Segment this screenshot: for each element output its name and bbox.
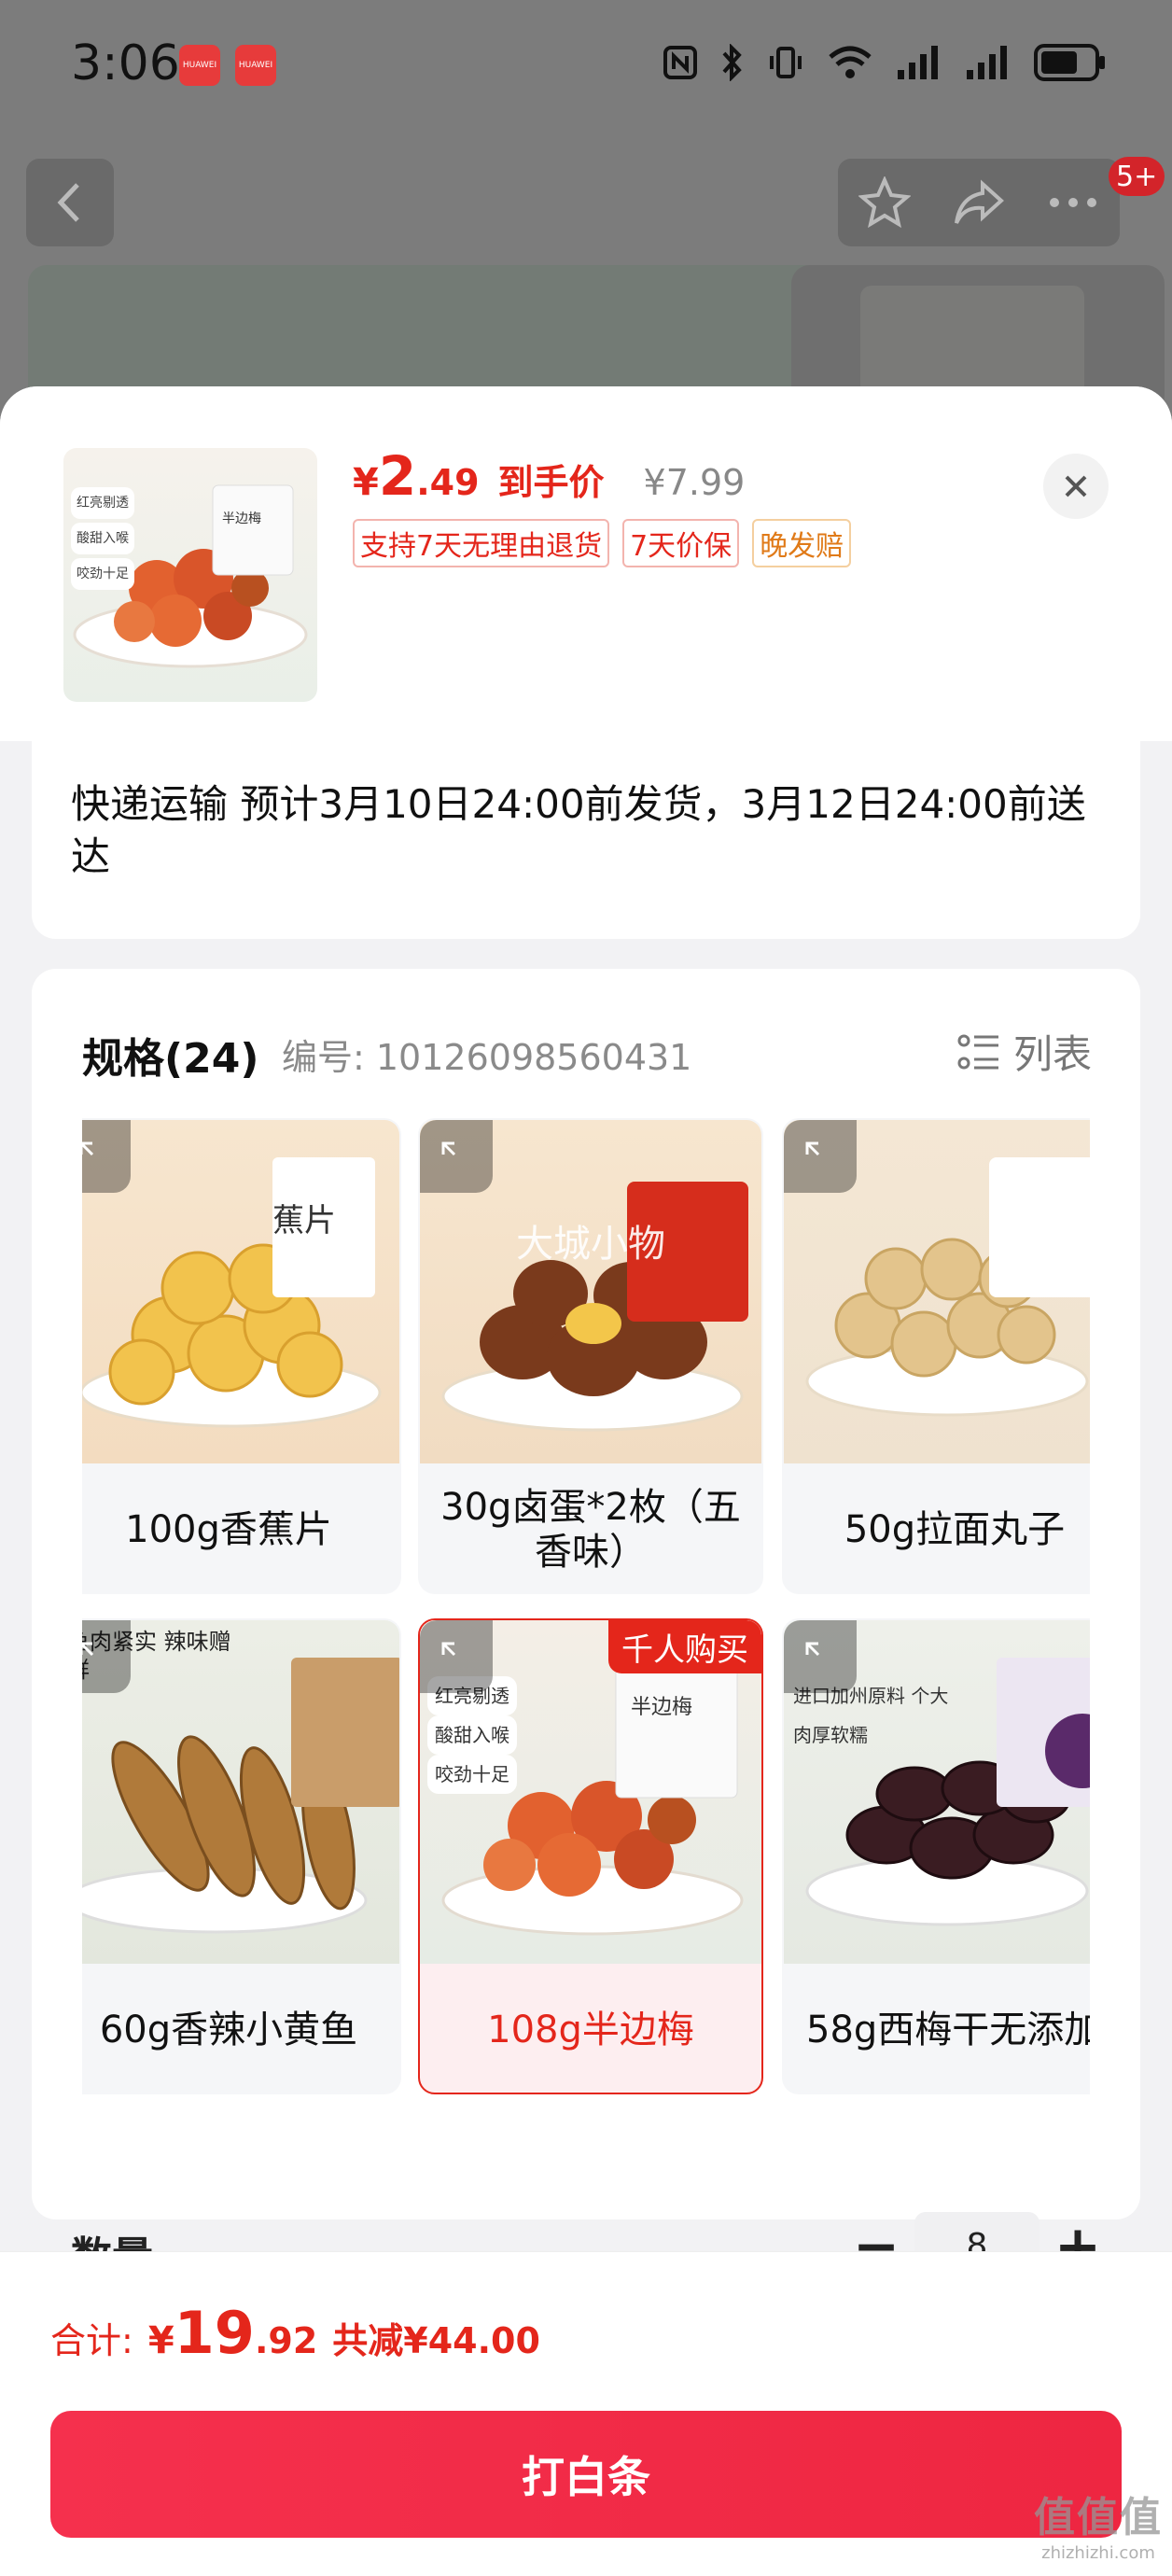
list-label: 列表 <box>1012 1031 1092 1077</box>
sku-number: 编号: 10126098560431 <box>282 1037 692 1078</box>
share-icon[interactable] <box>951 176 1007 229</box>
savings-text: 共减¥44.00 <box>332 2320 540 2361</box>
price-integer: 2 <box>378 444 417 508</box>
thumb-tag: 酸甜入喉 <box>71 523 134 554</box>
popular-badge: 千人购买 <box>608 1620 761 1673</box>
final-price-label: 到手价 <box>497 462 605 503</box>
status-bar: 3:06 HUAWEI HUAWEI <box>0 0 1172 140</box>
shipping-estimate: 快递运输 预计3月10日24:00前发货，3月12日24:00前送达 <box>71 781 1086 879</box>
item-label: 58g西梅干无添加 <box>806 2009 1090 2051</box>
thumb-tags: 红亮剔透 酸甜入喉 咬劲十足 <box>71 487 134 590</box>
item-tag: 咬劲十足 <box>427 1755 517 1794</box>
status-icons <box>663 43 1107 82</box>
vibrate-icon <box>770 47 802 78</box>
spec-item-yellow-croaker[interactable]: 鱼肉紧实 辣味赠鲜 60g香辣小黄鱼 <box>82 1618 401 2094</box>
huawei-app-icon: HUAWEI <box>235 45 276 86</box>
clock: 3:06 <box>71 35 180 91</box>
item-tags: 红亮剔透 酸甜入喉 咬劲十足 <box>427 1676 517 1794</box>
site-watermark: 值值值 zhizhizhi.com <box>1034 2484 1163 2563</box>
original-price: ¥7.99 <box>643 462 746 503</box>
wifi-icon <box>829 46 872 78</box>
item-label: 100g香蕉片 <box>125 1508 332 1551</box>
watermark-logo: 值值值 <box>1034 2494 1163 2541</box>
baitiao-pay-button[interactable]: 打白条 <box>50 2411 1122 2538</box>
item-tag: 酸甜入喉 <box>427 1715 517 1755</box>
thumb-tag: 咬劲十足 <box>71 558 134 590</box>
thumb-tag: 红亮剔透 <box>71 487 134 519</box>
price-row: ¥ 2 .49 到手价 ¥7.99 <box>353 444 745 508</box>
signal-icon <box>898 46 938 79</box>
spec-item-noodle-ball[interactable]: 50g拉面丸子 <box>782 1118 1090 1594</box>
late-ship-tag: 晚发赔 <box>752 519 852 567</box>
expand-icon[interactable] <box>784 1120 857 1193</box>
close-icon <box>1065 475 1087 497</box>
back-button[interactable] <box>26 159 114 246</box>
list-icon <box>957 1034 998 1069</box>
expand-icon[interactable] <box>784 1620 857 1693</box>
notification-badge: 5+ <box>1109 157 1165 196</box>
list-view-toggle[interactable]: 列表 <box>957 1023 1092 1080</box>
spec-item-egg[interactable]: 大城小物 30g卤蛋*2枚（五香味） <box>418 1118 763 1594</box>
item-label: 30g卤蛋*2枚（五香味） <box>440 1486 741 1574</box>
item-label: 50g拉面丸子 <box>844 1508 1066 1551</box>
top-actions <box>838 159 1120 246</box>
star-icon[interactable] <box>858 176 911 229</box>
spec-item-plum-selected[interactable]: 半边梅 红亮剔透 酸甜入喉 咬劲十足 千人购买 108g半边梅 <box>418 1618 763 2094</box>
service-tags: 支持7天无理由退货 7天价保 晚发赔 <box>353 519 852 567</box>
battery-icon <box>1034 44 1105 81</box>
close-button[interactable] <box>1043 454 1109 519</box>
price-protect-tag: 7天价保 <box>622 519 740 567</box>
shipping-card: 快递运输 预计3月10日24:00前发货，3月12日24:00前送达 <box>32 741 1140 939</box>
total-price: 合计: ¥ 19 .92 共减¥44.00 <box>50 2299 540 2367</box>
spec-card: 规格(24) 编号: 10126098560431 列表 蕉片 100g香蕉片 … <box>32 969 1140 2219</box>
item-label: 60g香辣小黄鱼 <box>99 2009 358 2051</box>
spec-grid: 蕉片 100g香蕉片 大城小物 30g卤蛋*2枚（五香味） 50g拉面丸子 肉紧… <box>82 1118 1090 2145</box>
huawei-app-icon: HUAWEI <box>179 45 220 86</box>
spec-item-banana[interactable]: 蕉片 100g香蕉片 <box>82 1118 401 1594</box>
bluetooth-icon <box>722 44 742 81</box>
checkout-bar: 合计: ¥ 19 .92 共减¥44.00 打白条 <box>0 2251 1172 2576</box>
price-currency: ¥ <box>353 461 379 504</box>
spec-item-prune[interactable]: 进口加州原料 个大肉厚软糯 58g西梅干无添加 <box>782 1618 1090 2094</box>
signal-icon <box>967 46 1007 79</box>
total-currency: ¥ <box>147 2319 174 2362</box>
svg-text:半边梅: 半边梅 <box>631 1696 692 1719</box>
total-integer: 19 <box>174 2299 255 2367</box>
item-label: 108g半边梅 <box>487 2009 694 2051</box>
expand-icon[interactable] <box>420 1620 493 1693</box>
expand-icon[interactable] <box>82 1120 131 1193</box>
more-icon[interactable] <box>1047 195 1099 210</box>
sku-selector-sheet: 半边梅 红亮剔透 酸甜入喉 咬劲十足 ¥ 2 .49 到手价 ¥7.99 支持7… <box>0 386 1172 2576</box>
expand-icon[interactable] <box>420 1120 493 1193</box>
item-overlay-text: 大城小物 <box>516 1223 665 1266</box>
svg-text:半边梅: 半边梅 <box>222 511 261 526</box>
watermark-url: zhizhizhi.com <box>1041 2543 1155 2563</box>
expand-icon[interactable] <box>82 1620 131 1693</box>
total-decimal: .92 <box>254 2320 318 2361</box>
chevron-left-icon <box>57 183 79 222</box>
item-overlay-text: 蕉片 <box>272 1202 336 1239</box>
return-tag: 支持7天无理由退货 <box>353 519 610 567</box>
sheet-header: 半边梅 红亮剔透 酸甜入喉 咬劲十足 ¥ 2 .49 到手价 ¥7.99 支持7… <box>0 386 1172 741</box>
product-thumbnail[interactable]: 半边梅 红亮剔透 酸甜入喉 咬劲十足 <box>63 448 317 702</box>
price-decimal: .49 <box>416 462 480 503</box>
total-label: 合计: <box>50 2320 133 2361</box>
nfc-icon <box>663 46 697 79</box>
spec-title: 规格(24) <box>82 1035 259 1083</box>
